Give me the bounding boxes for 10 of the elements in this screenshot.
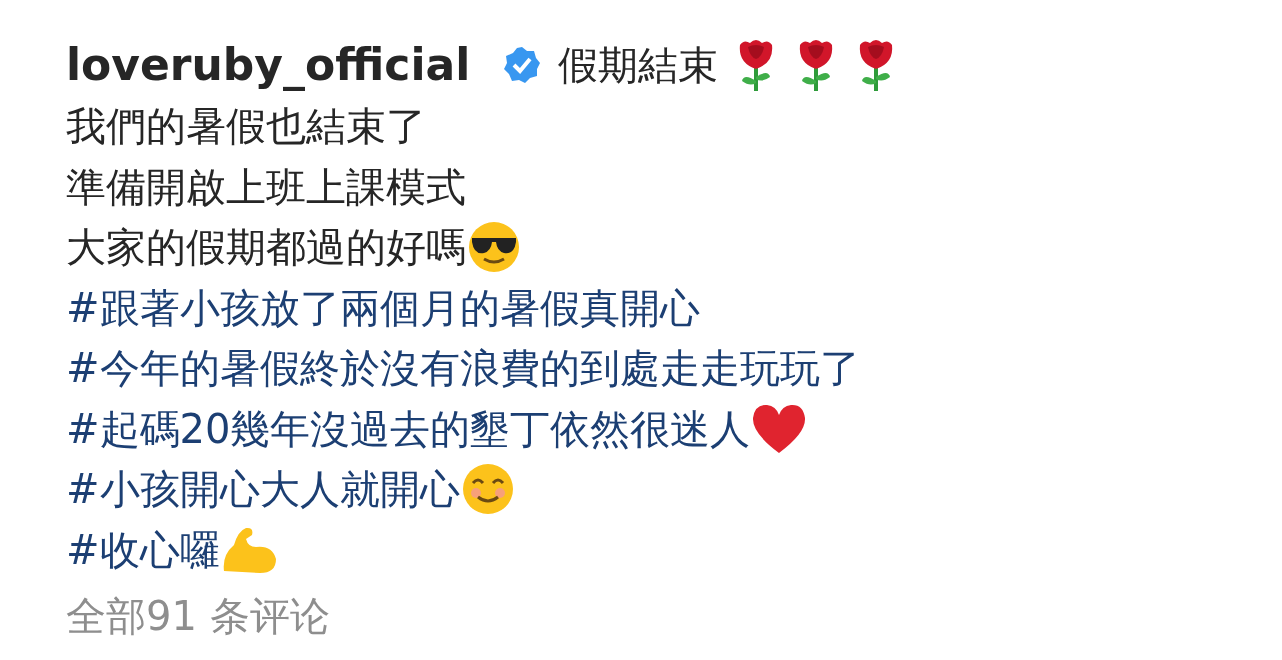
caption-line: 準備開啟上班上課模式 xyxy=(66,166,466,207)
hashtag-link[interactable]: #今年的暑假終於沒有浪費的到處走走玩玩了 xyxy=(66,348,860,389)
hashtag-link[interactable]: #小孩開心大人就開心 xyxy=(66,469,460,510)
hashtag-link[interactable]: #收心囉 xyxy=(66,529,220,570)
caption-headline: 假期結束 xyxy=(558,45,719,85)
hashtag-link[interactable]: #起碼20幾年沒過去的墾丁依然很迷人 xyxy=(66,408,751,449)
caption-line: 我們的暑假也結束了 xyxy=(66,106,426,147)
caption-line: 大家的假期都過的好嗎 xyxy=(66,227,466,268)
hashtag-link[interactable]: #跟著小孩放了兩個月的暑假真開心 xyxy=(66,287,700,328)
sunglasses-face-icon xyxy=(466,221,522,274)
